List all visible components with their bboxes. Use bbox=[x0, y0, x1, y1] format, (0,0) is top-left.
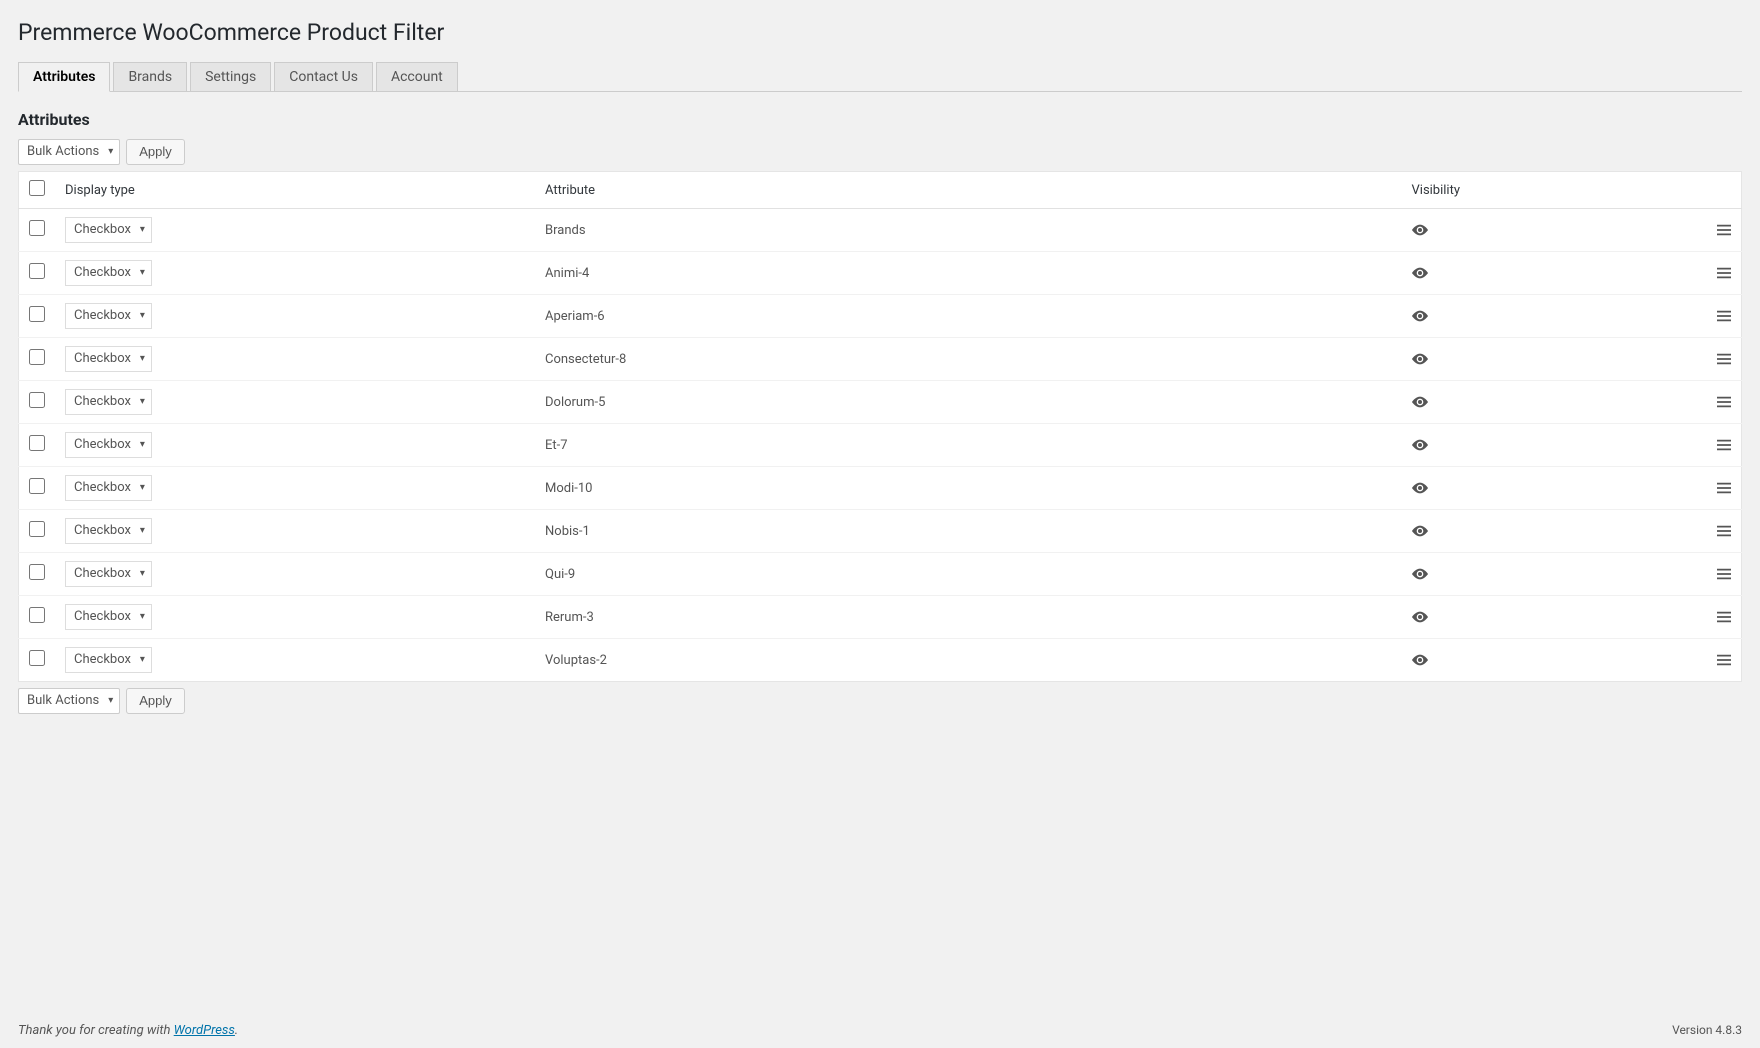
footer: Thank you for creating with WordPress. V… bbox=[0, 1013, 1760, 1048]
drag-handle-icon[interactable] bbox=[1712, 654, 1732, 666]
bulk-actions-select[interactable]: Bulk Actions bbox=[18, 139, 120, 165]
bulk-actions-select-bottom[interactable]: Bulk Actions bbox=[18, 688, 120, 714]
drag-handle-icon[interactable] bbox=[1712, 482, 1732, 494]
tab-bar: AttributesBrandsSettingsContact UsAccoun… bbox=[18, 62, 1742, 92]
footer-thanks: Thank you for creating with WordPress. bbox=[18, 1023, 238, 1038]
eye-icon[interactable] bbox=[1412, 396, 1692, 408]
footer-period: . bbox=[235, 1023, 238, 1038]
eye-icon[interactable] bbox=[1412, 353, 1692, 365]
attribute-name: Aperiam-6 bbox=[535, 295, 1402, 338]
row-checkbox[interactable] bbox=[29, 607, 45, 623]
footer-thanks-prefix: Thank you for creating with bbox=[18, 1023, 174, 1038]
attribute-name: Animi-4 bbox=[535, 252, 1402, 295]
drag-handle-icon[interactable] bbox=[1712, 525, 1732, 537]
tab-attributes[interactable]: Attributes bbox=[18, 62, 110, 92]
drag-handle-icon[interactable] bbox=[1712, 224, 1732, 236]
table-row: Checkbox Brands bbox=[19, 209, 1742, 252]
eye-icon[interactable] bbox=[1412, 224, 1692, 236]
drag-handle-icon[interactable] bbox=[1712, 568, 1732, 580]
eye-icon[interactable] bbox=[1412, 568, 1692, 580]
bulk-actions-bottom: Bulk Actions Apply bbox=[18, 688, 1742, 714]
apply-button[interactable]: Apply bbox=[126, 139, 185, 165]
table-row: Checkbox Voluptas-2 bbox=[19, 639, 1742, 682]
display-type-select[interactable]: Checkbox bbox=[65, 389, 152, 415]
attributes-table: Display type Attribute Visibility Checkb… bbox=[18, 171, 1742, 682]
table-row: Checkbox Rerum-3 bbox=[19, 596, 1742, 639]
table-row: Checkbox Qui-9 bbox=[19, 553, 1742, 596]
table-row: Checkbox Aperiam-6 bbox=[19, 295, 1742, 338]
display-type-select[interactable]: Checkbox bbox=[65, 217, 152, 243]
attribute-name: Qui-9 bbox=[535, 553, 1402, 596]
display-type-select[interactable]: Checkbox bbox=[65, 647, 152, 673]
row-checkbox[interactable] bbox=[29, 478, 45, 494]
eye-icon[interactable] bbox=[1412, 267, 1692, 279]
eye-icon[interactable] bbox=[1412, 654, 1692, 666]
row-checkbox[interactable] bbox=[29, 220, 45, 236]
drag-handle-icon[interactable] bbox=[1712, 267, 1732, 279]
row-checkbox[interactable] bbox=[29, 392, 45, 408]
attribute-name: Brands bbox=[535, 209, 1402, 252]
display-type-select[interactable]: Checkbox bbox=[65, 346, 152, 372]
version-text: Version 4.8.3 bbox=[1672, 1023, 1742, 1038]
table-row: Checkbox Et-7 bbox=[19, 424, 1742, 467]
tab-contact-us[interactable]: Contact Us bbox=[274, 62, 373, 92]
attribute-name: Dolorum-5 bbox=[535, 381, 1402, 424]
table-row: Checkbox Modi-10 bbox=[19, 467, 1742, 510]
table-row: Checkbox Dolorum-5 bbox=[19, 381, 1742, 424]
table-row: Checkbox Nobis-1 bbox=[19, 510, 1742, 553]
subheading: Attributes bbox=[18, 110, 1742, 129]
header-visibility[interactable]: Visibility bbox=[1402, 172, 1702, 209]
header-display-type[interactable]: Display type bbox=[55, 172, 535, 209]
row-checkbox[interactable] bbox=[29, 263, 45, 279]
eye-icon[interactable] bbox=[1412, 482, 1692, 494]
display-type-select[interactable]: Checkbox bbox=[65, 432, 152, 458]
wordpress-link[interactable]: WordPress bbox=[174, 1023, 235, 1038]
row-checkbox[interactable] bbox=[29, 650, 45, 666]
display-type-select[interactable]: Checkbox bbox=[65, 518, 152, 544]
eye-icon[interactable] bbox=[1412, 525, 1692, 537]
eye-icon[interactable] bbox=[1412, 310, 1692, 322]
table-row: Checkbox Consectetur-8 bbox=[19, 338, 1742, 381]
attribute-name: Rerum-3 bbox=[535, 596, 1402, 639]
bulk-actions-top: Bulk Actions Apply bbox=[18, 139, 1742, 165]
display-type-select[interactable]: Checkbox bbox=[65, 303, 152, 329]
page-title: Premmerce WooCommerce Product Filter bbox=[18, 10, 1742, 50]
header-attribute[interactable]: Attribute bbox=[535, 172, 1402, 209]
drag-handle-icon[interactable] bbox=[1712, 439, 1732, 451]
eye-icon[interactable] bbox=[1412, 611, 1692, 623]
attribute-name: Consectetur-8 bbox=[535, 338, 1402, 381]
row-checkbox[interactable] bbox=[29, 435, 45, 451]
row-checkbox[interactable] bbox=[29, 349, 45, 365]
display-type-select[interactable]: Checkbox bbox=[65, 260, 152, 286]
drag-handle-icon[interactable] bbox=[1712, 310, 1732, 322]
display-type-select[interactable]: Checkbox bbox=[65, 475, 152, 501]
row-checkbox[interactable] bbox=[29, 521, 45, 537]
display-type-select[interactable]: Checkbox bbox=[65, 604, 152, 630]
header-drag bbox=[1702, 172, 1742, 209]
tab-account[interactable]: Account bbox=[376, 62, 458, 92]
drag-handle-icon[interactable] bbox=[1712, 611, 1732, 623]
select-all-checkbox[interactable] bbox=[29, 180, 45, 196]
row-checkbox[interactable] bbox=[29, 564, 45, 580]
attribute-name: Voluptas-2 bbox=[535, 639, 1402, 682]
drag-handle-icon[interactable] bbox=[1712, 396, 1732, 408]
row-checkbox[interactable] bbox=[29, 306, 45, 322]
select-all-header bbox=[19, 172, 56, 209]
table-row: Checkbox Animi-4 bbox=[19, 252, 1742, 295]
tab-brands[interactable]: Brands bbox=[113, 62, 187, 92]
attribute-name: Nobis-1 bbox=[535, 510, 1402, 553]
drag-handle-icon[interactable] bbox=[1712, 353, 1732, 365]
attribute-name: Modi-10 bbox=[535, 467, 1402, 510]
eye-icon[interactable] bbox=[1412, 439, 1692, 451]
display-type-select[interactable]: Checkbox bbox=[65, 561, 152, 587]
attribute-name: Et-7 bbox=[535, 424, 1402, 467]
tab-settings[interactable]: Settings bbox=[190, 62, 271, 92]
apply-button-bottom[interactable]: Apply bbox=[126, 688, 185, 714]
